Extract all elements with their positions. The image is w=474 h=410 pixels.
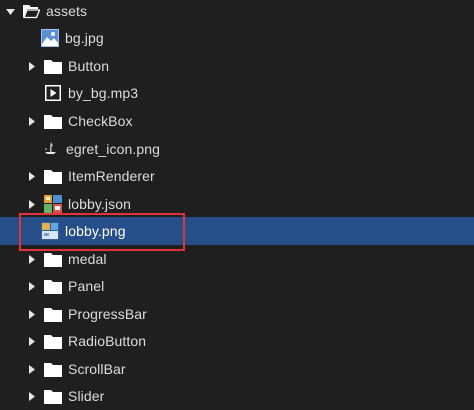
tree-item-egret-icon-png[interactable]: egret_icon.png: [0, 135, 474, 163]
folder-icon: [44, 387, 62, 405]
tree-item-panel-folder[interactable]: Panel: [0, 272, 474, 300]
folder-icon: [44, 167, 62, 185]
folder-open-icon: [22, 2, 40, 20]
tree-item-label: Slider: [68, 388, 105, 404]
tree-item-label: Panel: [68, 278, 105, 294]
small-image-icon: [42, 140, 60, 158]
folder-icon: [44, 250, 62, 268]
tree-item-label: ScrollBar: [68, 361, 126, 377]
folder-icon: [44, 305, 62, 323]
tree-item-checkbox-folder[interactable]: CheckBox: [0, 107, 474, 135]
tree-item-slider-folder[interactable]: Slider: [0, 382, 474, 410]
image-file-icon: [41, 222, 59, 240]
tree-item-label: lobby.json: [68, 196, 132, 212]
tree-item-bg-jpg[interactable]: bg.jpg: [0, 24, 474, 52]
chevron-right-icon[interactable]: [26, 390, 38, 402]
tree-item-label: bg.jpg: [65, 30, 104, 46]
chevron-right-icon[interactable]: [26, 253, 38, 265]
tree-item-label: CheckBox: [68, 113, 133, 129]
chevron-right-icon[interactable]: [26, 335, 38, 347]
tree-item-label: by_bg.mp3: [68, 85, 139, 101]
tree-item-assets[interactable]: assets: [0, 0, 474, 25]
folder-icon: [44, 112, 62, 130]
tree-item-label: ProgressBar: [68, 306, 147, 322]
sprite-sheet-icon: [44, 195, 62, 213]
tree-item-label: egret_icon.png: [66, 141, 161, 157]
tree-item-label: assets: [46, 3, 88, 19]
tree-item-medal-folder[interactable]: medal: [0, 245, 474, 273]
tree-item-label: RadioButton: [68, 333, 147, 349]
tree-item-button-folder[interactable]: Button: [0, 52, 474, 80]
chevron-down-icon[interactable]: [4, 5, 16, 17]
tree-item-label: Button: [68, 58, 110, 74]
media-play-icon: [44, 84, 62, 102]
tree-item-itemrenderer-folder[interactable]: ItemRenderer: [0, 162, 474, 190]
tree-item-label: ItemRenderer: [68, 168, 155, 184]
file-tree: assets bg.jpg Button by_bg.mp3 CheckBox …: [0, 0, 474, 410]
tree-item-radiobutton-folder[interactable]: RadioButton: [0, 327, 474, 355]
tree-item-scrollbar-folder[interactable]: ScrollBar: [0, 355, 474, 383]
tree-item-lobby-png[interactable]: lobby.png: [0, 217, 474, 245]
folder-icon: [44, 360, 62, 378]
folder-icon: [44, 57, 62, 75]
chevron-right-icon[interactable]: [26, 280, 38, 292]
chevron-right-icon[interactable]: [26, 198, 38, 210]
image-file-icon: [41, 29, 59, 47]
chevron-right-icon[interactable]: [26, 170, 38, 182]
chevron-right-icon[interactable]: [26, 308, 38, 320]
tree-item-by-bg-mp3[interactable]: by_bg.mp3: [0, 79, 474, 107]
tree-item-label: medal: [68, 251, 107, 267]
folder-icon: [44, 277, 62, 295]
tree-item-label: lobby.png: [65, 223, 126, 239]
tree-item-lobby-json[interactable]: lobby.json: [0, 190, 474, 218]
tree-item-progressbar-folder[interactable]: ProgressBar: [0, 300, 474, 328]
chevron-right-icon[interactable]: [26, 115, 38, 127]
chevron-right-icon[interactable]: [26, 363, 38, 375]
folder-icon: [44, 332, 62, 350]
chevron-right-icon[interactable]: [26, 60, 38, 72]
